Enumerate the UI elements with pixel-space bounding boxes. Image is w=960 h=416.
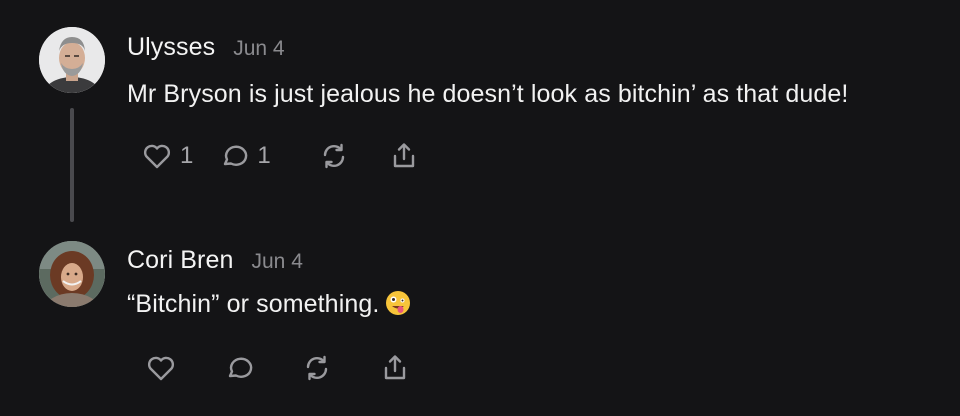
thread-line: [70, 108, 74, 222]
like-count: 1: [180, 142, 194, 169]
comment-actions: 1 1: [140, 136, 421, 176]
comment-header: Cori Bren Jun 4: [127, 246, 303, 275]
avatar[interactable]: [39, 27, 105, 93]
restack-button[interactable]: [317, 139, 351, 173]
reply-button[interactable]: 1: [217, 139, 271, 173]
speech-bubble-icon: [228, 357, 253, 378]
share-button[interactable]: [387, 139, 421, 173]
zany-face-emoji: [386, 291, 411, 315]
heart-icon: [143, 144, 171, 169]
restack-icon: [323, 143, 344, 169]
avatar[interactable]: [39, 241, 105, 307]
heart-icon: [147, 356, 175, 381]
comment-header: Ulysses Jun 4: [127, 33, 285, 62]
like-button[interactable]: [144, 351, 178, 385]
comment-text-line: “Bitchin” or something.: [127, 290, 411, 319]
author-name[interactable]: Cori Bren: [127, 246, 234, 275]
like-button[interactable]: 1: [140, 139, 193, 173]
share-icon: [384, 355, 406, 380]
restack-icon: [306, 355, 328, 381]
comment-date[interactable]: Jun 4: [252, 250, 303, 274]
share-icon: [393, 143, 414, 168]
user-avatar-image: [39, 27, 105, 93]
user-avatar-image: [39, 241, 105, 307]
reply-button[interactable]: [222, 351, 256, 385]
comment-actions: [144, 348, 412, 388]
comment: Cori Bren Jun 4 “Bitchin” or something.: [0, 230, 960, 416]
comment: Ulysses Jun 4 Mr Bryson is just jealous …: [0, 0, 960, 230]
restack-button[interactable]: [300, 351, 334, 385]
share-button[interactable]: [378, 351, 412, 385]
reply-count: 1: [257, 142, 271, 169]
comment-date[interactable]: Jun 4: [233, 37, 284, 61]
comment-text: Mr Bryson is just jealous he doesn’t loo…: [127, 80, 849, 108]
speech-bubble-icon: [224, 145, 248, 166]
author-name[interactable]: Ulysses: [127, 33, 215, 62]
comment-text: “Bitchin” or something.: [127, 290, 380, 318]
